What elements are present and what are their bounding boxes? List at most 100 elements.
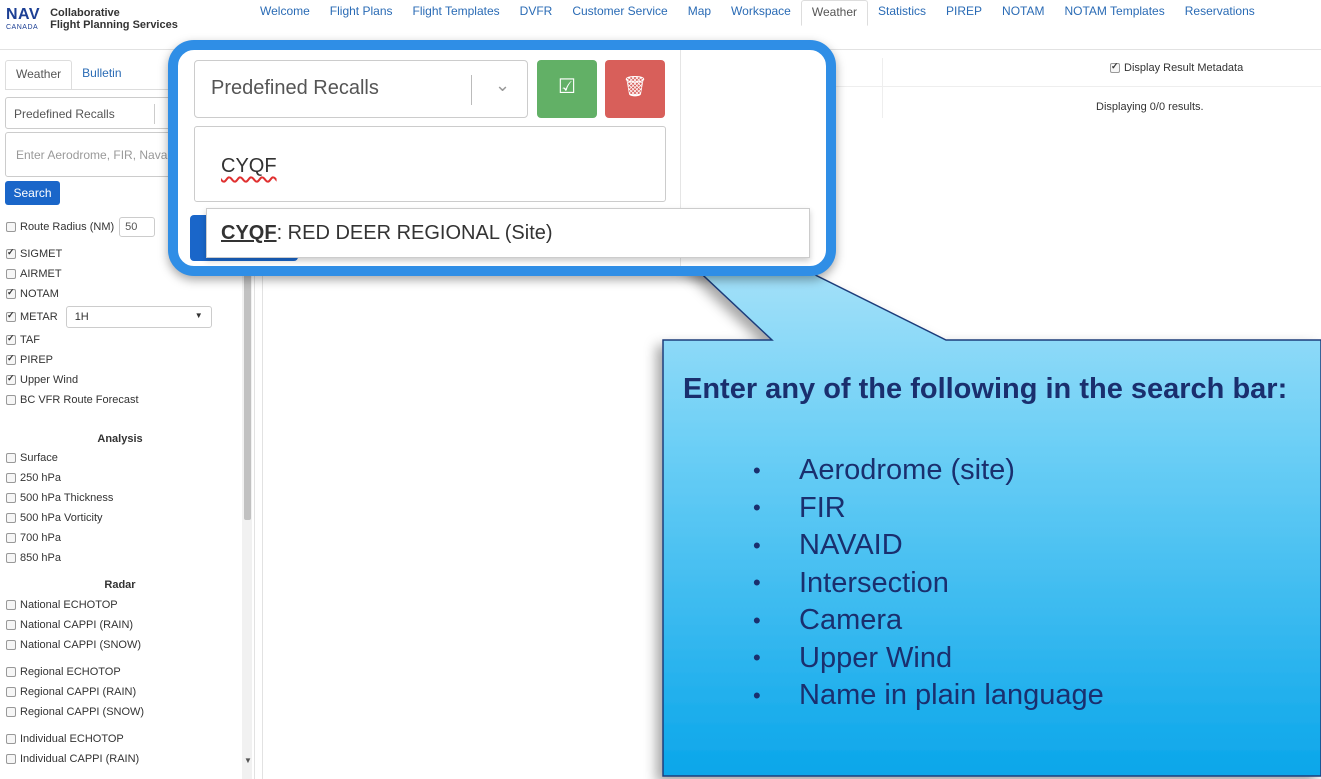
suggestion-code: CYQF (221, 222, 277, 244)
radar-regional-cappi-snow-checkbox[interactable] (6, 707, 16, 717)
analysis-500-hpa-thickness-checkbox[interactable] (6, 493, 16, 503)
nav-tab-customer-service[interactable]: Customer Service (562, 0, 677, 26)
radar-regional-echotop-label: Regional ECHOTOP (20, 666, 121, 678)
upper-wind-checkbox[interactable] (6, 373, 16, 385)
analysis-250-hpa-label: 250 hPa (20, 472, 61, 484)
predefined-recalls-placeholder: Predefined Recalls (14, 107, 115, 121)
pirep-label: PIREP (20, 354, 54, 366)
zoomed-search-panel: Predefined Recalls ⌄ ☑ 🗑 CYQF CYQF: RED … (168, 40, 836, 276)
metar-label: METAR (20, 311, 58, 323)
radar-row-national-cappi-snow: National CAPPI (SNOW) (6, 637, 141, 653)
radar-individual-echotop-checkbox[interactable] (6, 734, 16, 744)
nav-tab-flight-templates[interactable]: Flight Templates (403, 0, 510, 26)
select-separator (154, 104, 155, 124)
caret-down-icon: ▼ (194, 311, 203, 320)
chevron-down-icon[interactable]: ⌄ (495, 75, 510, 96)
bullet-icon: • (753, 607, 761, 633)
bullet-icon: • (753, 532, 761, 558)
sidebar-tabs: Weather Bulletin (5, 60, 132, 90)
nav-tab-workspace[interactable]: Workspace (721, 0, 801, 26)
save-recall-button[interactable]: ☑ (537, 60, 597, 118)
analysis-row-500-hpa-thickness: 500 hPa Thickness (6, 490, 113, 506)
analysis-row-surface: Surface (6, 450, 58, 466)
bc-vfr-route-forecast-checkbox[interactable] (6, 395, 16, 405)
zoom-predefined-recalls-select[interactable]: Predefined Recalls ⌄ (194, 60, 528, 118)
analysis-surface-label: Surface (20, 452, 58, 464)
radar-individual-echotop-label: Individual ECHOTOP (20, 733, 124, 745)
metar-period-value: 1H (74, 311, 89, 323)
radar-national-cappi-snow-checkbox[interactable] (6, 640, 16, 650)
upper-wind-label: Upper Wind (20, 374, 79, 386)
nav-tab-flight-plans[interactable]: Flight Plans (320, 0, 403, 26)
callout-item-text: Upper Wind (799, 641, 953, 674)
nav-tab-pirep[interactable]: PIREP (936, 0, 992, 26)
notam-label: NOTAM (20, 288, 59, 300)
zoom-search-value: CYQF (221, 155, 277, 177)
analysis-row-500-hpa-vorticity: 500 hPa Vorticity (6, 510, 103, 526)
taf-checkbox[interactable] (6, 333, 16, 345)
display-metadata-checkbox[interactable] (1110, 61, 1120, 73)
bullet-icon: • (753, 682, 761, 708)
radar-individual-cappi-rain-checkbox[interactable] (6, 754, 16, 764)
route-radius-checkbox[interactable] (6, 222, 16, 232)
nav-tab-notam[interactable]: NOTAM (992, 0, 1054, 26)
autocomplete-suggestion[interactable]: CYQF: RED DEER REGIONAL (Site) (206, 208, 810, 258)
radar-row-national-echotop: National ECHOTOP (6, 597, 118, 613)
analysis-500-hpa-vorticity-checkbox[interactable] (6, 513, 16, 523)
display-metadata-toggle[interactable]: Display Result Metadata (1110, 61, 1243, 74)
app-title-line-2: Flight Planning Services (50, 19, 178, 31)
zoom-search-input[interactable]: CYQF (194, 126, 666, 202)
app-root: NAV CANADA Collaborative Flight Planning… (0, 0, 1321, 779)
sigmet-checkbox[interactable] (6, 247, 16, 259)
callout-item-text: Intersection (799, 566, 949, 599)
analysis-500-hpa-thickness-label: 500 hPa Thickness (20, 492, 114, 504)
nav-tab-notam-templates[interactable]: NOTAM Templates (1054, 0, 1174, 26)
radar-section-title: Radar (104, 579, 136, 591)
results-count: Displaying 0/0 results. (1096, 101, 1204, 113)
radar-national-cappi-rain-label: National CAPPI (RAIN) (20, 619, 134, 631)
nav-tab-map[interactable]: Map (678, 0, 721, 26)
radar-regional-cappi-rain-checkbox[interactable] (6, 687, 16, 697)
nav-tab-weather[interactable]: Weather (800, 0, 868, 26)
radar-row-national-cappi-rain: National CAPPI (RAIN) (6, 617, 133, 633)
suggestion-name: : RED DEER REGIONAL (Site) (276, 222, 553, 244)
callout-item: • FIR (753, 490, 1293, 528)
nav-canada-logo: NAV CANADA (6, 7, 40, 32)
nav-tab-dvfr[interactable]: DVFR (510, 0, 563, 26)
pirep-checkbox[interactable] (6, 353, 16, 365)
nav-tab-welcome[interactable]: Welcome (250, 0, 320, 26)
radar-national-echotop-checkbox[interactable] (6, 600, 16, 610)
scroll-down-arrow-icon[interactable]: ▼ (244, 756, 252, 765)
callout-item: • NAVAID (753, 527, 1293, 565)
bullet-icon: • (753, 457, 761, 483)
airmet-label: AIRMET (20, 268, 62, 280)
main-nav-tabs: Welcome Flight Plans Flight Templates DVFR C… (250, 0, 1265, 26)
tab-weather[interactable]: Weather (5, 60, 73, 90)
airmet-checkbox[interactable] (6, 269, 16, 279)
analysis-250-hpa-checkbox[interactable] (6, 473, 16, 483)
metar-period-select[interactable]: 1H ▼ (65, 306, 212, 328)
nav-tab-reservations[interactable]: Reservations (1175, 0, 1265, 26)
analysis-700-hpa-checkbox[interactable] (6, 533, 16, 543)
nav-tab-statistics[interactable]: Statistics (868, 0, 936, 26)
logo[interactable]: NAV CANADA Collaborative Flight Planning… (6, 4, 178, 34)
radar-row-individual-cappi-rain: Individual CAPPI (RAIN) (6, 751, 139, 767)
bullet-icon: • (753, 570, 761, 596)
app-title-line-1: Collaborative (50, 7, 120, 19)
analysis-section-title: Analysis (97, 433, 143, 445)
search-button[interactable]: Search (5, 181, 60, 205)
analysis-surface-checkbox[interactable] (6, 453, 16, 463)
radar-national-cappi-rain-checkbox[interactable] (6, 620, 16, 630)
radar-regional-echotop-checkbox[interactable] (6, 667, 16, 677)
notam-checkbox[interactable] (6, 287, 16, 299)
metar-checkbox[interactable] (6, 310, 16, 322)
delete-recall-button[interactable]: 🗑 (605, 60, 665, 118)
route-radius-input[interactable]: 50 (119, 217, 156, 237)
tab-bulletin[interactable]: Bulletin (72, 60, 131, 90)
analysis-850-hpa-checkbox[interactable] (6, 553, 16, 563)
radar-individual-cappi-rain-label: Individual CAPPI (RAIN) (20, 753, 140, 765)
callout-title: Enter any of the following in the search… (683, 373, 1288, 405)
analysis-850-hpa-label: 850 hPa (20, 552, 61, 564)
radar-national-echotop-label: National ECHOTOP (20, 599, 118, 611)
radar-regional-cappi-rain-label: Regional CAPPI (RAIN) (20, 686, 137, 698)
